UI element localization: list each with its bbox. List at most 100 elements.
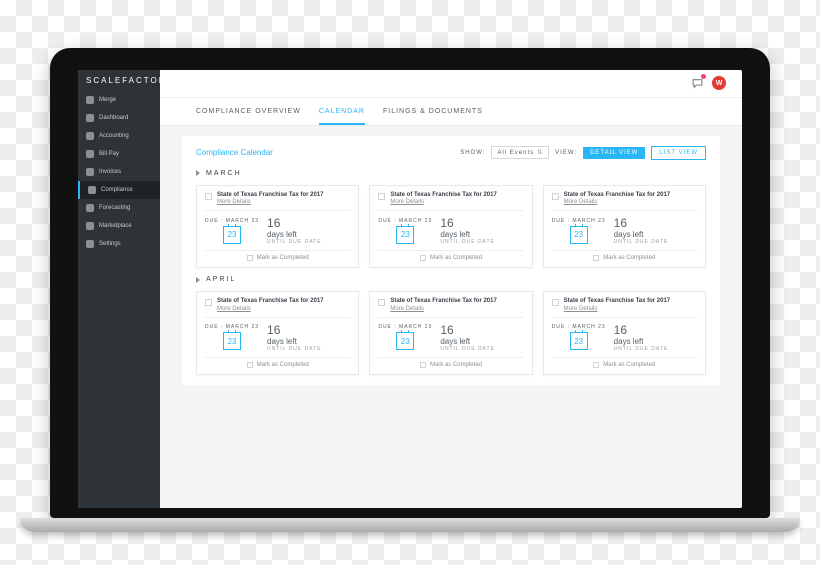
- mark-completed-label[interactable]: Mark as Completed: [603, 362, 655, 368]
- tab-filings-documents[interactable]: FILINGS & DOCUMENTS: [383, 108, 483, 125]
- checkbox-icon[interactable]: [420, 362, 426, 368]
- show-select[interactable]: All Events: [491, 146, 549, 159]
- calendar-date-icon: 23: [570, 226, 588, 244]
- main-area: W COMPLIANCE OVERVIEW CALENDAR FILINGS & D…: [160, 70, 742, 508]
- sidebar-item-settings[interactable]: Settings: [78, 235, 160, 253]
- mark-completed-label[interactable]: Mark as Completed: [257, 255, 309, 261]
- messages-icon[interactable]: [690, 76, 704, 90]
- month-label: MARCH: [206, 170, 242, 177]
- until-label: UNTIL DUE DATE: [267, 346, 322, 352]
- compliance-card[interactable]: State of Texas Franchise Tax for 2017Mor…: [196, 291, 359, 375]
- days-left: 16: [267, 216, 322, 230]
- checkbox-icon[interactable]: [593, 362, 599, 368]
- notification-dot: [701, 74, 706, 79]
- sidebar-item-label: Settings: [99, 241, 121, 247]
- forecasting-icon: [86, 204, 94, 212]
- tab-compliance-overview[interactable]: COMPLIANCE OVERVIEW: [196, 108, 301, 125]
- sidebar-item-bill-pay[interactable]: Bill Pay: [78, 145, 160, 163]
- days-left: 16: [440, 216, 495, 230]
- checkbox-icon[interactable]: [247, 255, 253, 261]
- more-details-link[interactable]: More Details: [390, 306, 497, 312]
- app-screen: SCALEFACTOR Merge Dashboard AccountingBill…: [78, 70, 742, 508]
- more-details-link[interactable]: More Details: [217, 306, 324, 312]
- card-title: State of Texas Franchise Tax for 2017: [217, 192, 324, 200]
- more-details-link[interactable]: More Details: [390, 199, 497, 205]
- sidebar-item-merge[interactable]: Merge: [78, 91, 160, 109]
- calendar-date-icon: 23: [223, 226, 241, 244]
- sidebar-item-label: Invoices: [99, 169, 121, 175]
- compliance-icon: [88, 186, 96, 194]
- tab-bar: COMPLIANCE OVERVIEW CALENDAR FILINGS & DOC…: [160, 98, 742, 126]
- checkbox-icon[interactable]: [247, 362, 253, 368]
- compliance-card[interactable]: State of Texas Franchise Tax for 2017Mor…: [543, 185, 706, 269]
- due-label: DUE : MARCH 23: [552, 324, 606, 330]
- month-header-march[interactable]: MARCH: [196, 170, 706, 177]
- until-label: UNTIL DUE DATE: [614, 239, 669, 245]
- topbar: W: [160, 70, 742, 98]
- sidebar-item-accounting[interactable]: Accounting: [78, 127, 160, 145]
- until-label: UNTIL DUE DATE: [614, 346, 669, 352]
- laptop-frame: SCALEFACTOR Merge Dashboard AccountingBill…: [50, 48, 770, 518]
- calendar-date-icon: 23: [396, 332, 414, 350]
- content-area: Compliance Calendar SHOW: All Events VIE…: [160, 126, 742, 508]
- until-label: UNTIL DUE DATE: [440, 346, 495, 352]
- checkbox-icon[interactable]: [593, 255, 599, 261]
- checkbox-icon[interactable]: [420, 255, 426, 261]
- status-box-icon: [205, 193, 212, 200]
- accounting-icon: [86, 132, 94, 140]
- chevron-right-icon: [196, 170, 200, 176]
- sidebar-item-label: Forecasting: [99, 205, 130, 211]
- card-row: State of Texas Franchise Tax for 2017Mor…: [196, 185, 706, 269]
- compliance-card[interactable]: State of Texas Franchise Tax for 2017Mor…: [543, 291, 706, 375]
- sidebar-item-marketplace[interactable]: Marketplace: [78, 217, 160, 235]
- panel-title: Compliance Calendar: [196, 148, 273, 157]
- sidebar-item-dashboard[interactable]: Dashboard: [78, 109, 160, 127]
- mark-completed-label[interactable]: Mark as Completed: [430, 255, 482, 261]
- card-title: State of Texas Franchise Tax for 2017: [390, 192, 497, 200]
- calendar-date-icon: 23: [396, 226, 414, 244]
- calendar-panel: Compliance Calendar SHOW: All Events VIE…: [182, 136, 720, 385]
- compliance-card[interactable]: State of Texas Franchise Tax for 2017Mor…: [369, 185, 532, 269]
- sidebar-item-forecasting[interactable]: Forecasting: [78, 199, 160, 217]
- due-label: DUE : MARCH 23: [378, 324, 432, 330]
- status-box-icon: [552, 299, 559, 306]
- mark-completed-label[interactable]: Mark as Completed: [257, 362, 309, 368]
- card-title: State of Texas Franchise Tax for 2017: [564, 298, 671, 306]
- days-left: 16: [440, 323, 495, 337]
- compliance-card[interactable]: State of Texas Franchise Tax for 2017Mor…: [196, 185, 359, 269]
- settings-icon: [86, 240, 94, 248]
- compliance-card[interactable]: State of Texas Franchise Tax for 2017Mor…: [369, 291, 532, 375]
- chevron-right-icon: [196, 277, 200, 283]
- mark-completed-label[interactable]: Mark as Completed: [430, 362, 482, 368]
- panel-controls: SHOW: All Events VIEW: DETAIL VIEW LIST …: [460, 146, 706, 160]
- sidebar-item-compliance[interactable]: Compliance: [78, 181, 160, 199]
- month-header-april[interactable]: APRIL: [196, 276, 706, 283]
- status-box-icon: [205, 299, 212, 306]
- invoices-icon: [86, 168, 94, 176]
- month-label: APRIL: [206, 276, 236, 283]
- merge-icon: [86, 96, 94, 104]
- more-details-link[interactable]: More Details: [217, 199, 324, 205]
- tab-calendar[interactable]: CALENDAR: [319, 108, 365, 125]
- show-label: SHOW:: [460, 150, 485, 156]
- sidebar-item-label: Dashboard: [99, 115, 128, 121]
- card-title: State of Texas Franchise Tax for 2017: [217, 298, 324, 306]
- days-left-unit: days left: [267, 230, 322, 239]
- days-left-unit: days left: [614, 337, 669, 346]
- more-details-link[interactable]: More Details: [564, 199, 671, 205]
- billpay-icon: [86, 150, 94, 158]
- list-view-button[interactable]: LIST VIEW: [651, 146, 706, 160]
- due-label: DUE : MARCH 23: [552, 218, 606, 224]
- more-details-link[interactable]: More Details: [564, 306, 671, 312]
- avatar[interactable]: W: [712, 76, 726, 90]
- sidebar: SCALEFACTOR Merge Dashboard AccountingBill…: [78, 70, 160, 508]
- view-label: VIEW:: [555, 150, 577, 156]
- days-left-unit: days left: [267, 337, 322, 346]
- marketplace-icon: [86, 222, 94, 230]
- detail-view-button[interactable]: DETAIL VIEW: [583, 147, 645, 159]
- status-box-icon: [552, 193, 559, 200]
- sidebar-item-invoices[interactable]: Invoices: [78, 163, 160, 181]
- sidebar-item-label: Compliance: [101, 187, 133, 193]
- mark-completed-label[interactable]: Mark as Completed: [603, 255, 655, 261]
- brand-logo: SCALEFACTOR: [78, 70, 160, 91]
